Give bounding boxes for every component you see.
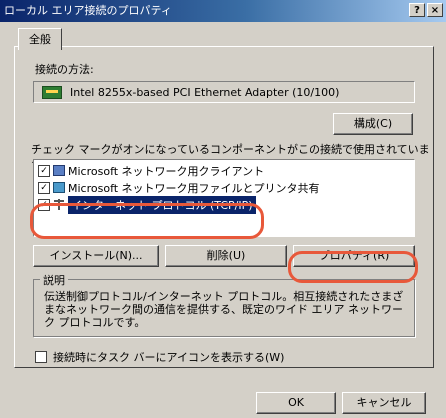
connection-label: 接続の方法: bbox=[35, 63, 94, 76]
file-share-icon bbox=[53, 182, 65, 193]
taskbar-option-label: 接続時にタスク バーにアイコンを表示する(W) bbox=[53, 351, 285, 364]
window-title: ローカル エリア接続のプロパティ bbox=[4, 4, 172, 17]
install-button[interactable]: インストール(N)... bbox=[33, 245, 159, 267]
component-label: Microsoft ネットワーク用クライアント bbox=[68, 164, 265, 178]
ok-button[interactable]: OK bbox=[256, 392, 336, 414]
protocol-icon bbox=[53, 199, 65, 210]
general-panel: 接続の方法: Intel 8255x-based PCI Ethernet Ad… bbox=[14, 46, 434, 368]
list-item[interactable]: ✓ Microsoft ネットワーク用クライアント bbox=[38, 162, 410, 179]
checkbox-tcpip[interactable]: ✓ bbox=[38, 198, 50, 211]
description-text: 伝送制御プロトコル/インターネット プロトコル。相互接続されたさまざまなネットワ… bbox=[44, 290, 404, 329]
network-adapter-icon bbox=[42, 85, 62, 99]
description-group: 説明 伝送制御プロトコル/インターネット プロトコル。相互接続されたさまざまなネ… bbox=[33, 272, 415, 337]
title-bar: ローカル エリア接続のプロパティ ? × bbox=[0, 0, 446, 22]
components-list[interactable]: ✓ Microsoft ネットワーク用クライアント ✓ Microsoft ネッ… bbox=[33, 159, 415, 237]
checkbox-taskbar-icon[interactable] bbox=[35, 351, 47, 363]
list-item-selected[interactable]: ✓ インターネット プロトコル (TCP/IP) bbox=[38, 195, 410, 214]
properties-button[interactable]: プロパティ(R) bbox=[293, 245, 415, 267]
checkbox-file-share[interactable]: ✓ bbox=[38, 181, 50, 194]
taskbar-icon-option[interactable]: 接続時にタスク バーにアイコンを表示する(W) bbox=[35, 349, 284, 365]
cancel-button[interactable]: キャンセル bbox=[342, 392, 426, 414]
component-label: Microsoft ネットワーク用ファイルとプリンタ共有 bbox=[68, 181, 320, 195]
list-item[interactable]: ✓ Microsoft ネットワーク用ファイルとプリンタ共有 bbox=[38, 179, 410, 196]
adapter-field: Intel 8255x-based PCI Ethernet Adapter (… bbox=[33, 81, 415, 103]
help-button[interactable]: ? bbox=[409, 3, 425, 17]
checkbox-client[interactable]: ✓ bbox=[38, 164, 50, 177]
adapter-name: Intel 8255x-based PCI Ethernet Adapter (… bbox=[70, 85, 340, 99]
tab-strip: 全般 bbox=[18, 28, 62, 50]
close-button[interactable]: × bbox=[427, 3, 443, 17]
title-bar-buttons: ? × bbox=[409, 3, 443, 17]
component-label-selected: インターネット プロトコル (TCP/IP) bbox=[68, 195, 256, 214]
tab-general[interactable]: 全般 bbox=[18, 28, 62, 50]
uninstall-button[interactable]: 削除(U) bbox=[165, 245, 287, 267]
client-icon bbox=[53, 165, 65, 176]
description-legend: 説明 bbox=[40, 272, 68, 288]
configure-button[interactable]: 構成(C) bbox=[333, 113, 413, 135]
